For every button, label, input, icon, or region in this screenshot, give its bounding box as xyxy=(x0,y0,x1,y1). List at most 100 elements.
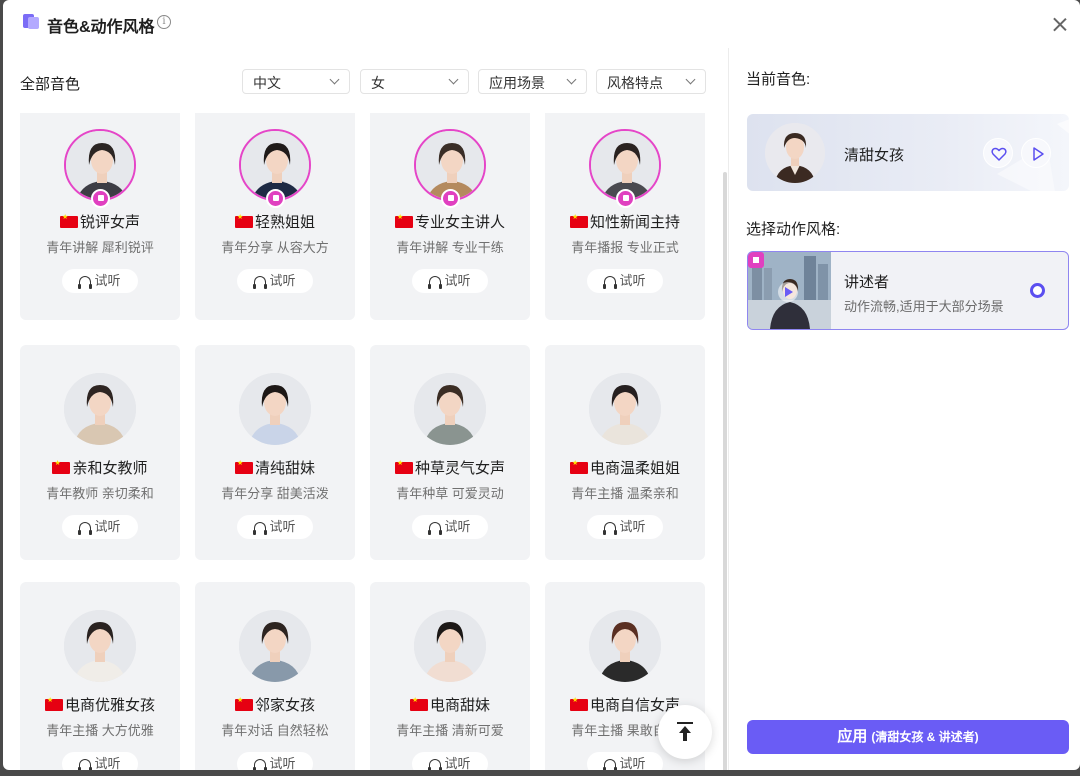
gender-filter-value: 女 xyxy=(371,75,385,91)
voice-name-text: 轻熟姐姐 xyxy=(254,214,315,231)
voice-name-text: 电商温柔姐姐 xyxy=(589,460,680,477)
voice-card[interactable]: 电商温柔姐姐青年主播 温柔亲和试听 xyxy=(545,345,705,560)
listen-button[interactable]: 试听 xyxy=(587,752,663,770)
style-radio-selected[interactable] xyxy=(1030,283,1045,298)
chevron-down-icon xyxy=(685,74,696,85)
voice-name: 种草灵气女声 xyxy=(370,457,530,478)
apply-button[interactable]: 应用 (清甜女孩 & 讲述者) xyxy=(747,720,1069,754)
headphones-icon xyxy=(78,759,93,770)
voice-card[interactable]: 邻家女孩青年对话 自然轻松试听 xyxy=(195,582,355,770)
listen-button[interactable]: 试听 xyxy=(412,752,488,770)
favorite-button[interactable] xyxy=(983,138,1013,168)
chevron-down-icon xyxy=(448,74,459,85)
avatar xyxy=(414,373,486,445)
scrollbar[interactable] xyxy=(723,172,727,770)
voice-card[interactable]: 电商优雅女孩青年主播 大方优雅试听 xyxy=(20,582,180,770)
all-voices-label: 全部音色 xyxy=(20,76,81,93)
voice-name-text: 种草灵气女声 xyxy=(414,460,505,477)
voice-name: 锐评女声 xyxy=(20,211,180,232)
listen-button[interactable]: 试听 xyxy=(237,269,313,293)
listen-label: 试听 xyxy=(619,273,646,288)
china-flag-icon xyxy=(234,459,253,474)
voice-tags: 青年主播 清新可爱 xyxy=(396,723,504,738)
china-flag-icon xyxy=(234,213,253,228)
avatar xyxy=(589,373,661,445)
thumbs-up-badge-icon xyxy=(266,189,285,208)
voice-tags: 青年分享 从容大方 xyxy=(221,240,329,255)
voice-name: 清纯甜妹 xyxy=(195,457,355,478)
voice-list-panel: 全部音色 中文 女 应用场景 风格特点 锐评女声青年讲解 犀利锐评试听轻熟姐姐青… xyxy=(3,48,728,770)
headphones-icon xyxy=(428,522,443,535)
china-flag-icon xyxy=(234,696,253,711)
headphones-icon xyxy=(253,276,268,289)
voice-name-text: 清纯甜妹 xyxy=(254,460,315,477)
voice-name: 轻熟姐姐 xyxy=(195,211,355,232)
listen-label: 试听 xyxy=(619,756,646,770)
listen-label: 试听 xyxy=(94,273,121,288)
info-icon[interactable]: i xyxy=(157,15,171,29)
current-voice-label: 当前音色: xyxy=(746,71,811,88)
china-flag-icon xyxy=(569,213,588,228)
listen-button[interactable]: 试听 xyxy=(62,752,138,770)
china-flag-icon xyxy=(44,696,63,711)
style-name: 讲述者 xyxy=(844,274,890,291)
headphones-icon xyxy=(603,276,618,289)
listen-button[interactable]: 试听 xyxy=(62,515,138,539)
listen-label: 试听 xyxy=(94,756,121,770)
dialog-title: 音色&动作风格 xyxy=(47,19,155,36)
avatar xyxy=(414,610,486,682)
headphones-icon xyxy=(253,522,268,535)
voice-tags: 青年主播 大方优雅 xyxy=(46,723,154,738)
listen-button[interactable]: 试听 xyxy=(237,515,313,539)
style-filter[interactable]: 风格特点 xyxy=(596,69,706,94)
scene-filter[interactable]: 应用场景 xyxy=(478,69,587,94)
avatar xyxy=(765,123,825,183)
style-description: 动作流畅,适用于大部分场景 xyxy=(844,299,1004,314)
style-thumbnail xyxy=(748,252,831,329)
current-voice-card: 清甜女孩 xyxy=(747,114,1069,191)
style-filter-value: 风格特点 xyxy=(607,75,663,91)
voice-name-text: 知性新闻主持 xyxy=(589,214,680,231)
listen-button[interactable]: 试听 xyxy=(587,515,663,539)
avatar xyxy=(589,610,661,682)
china-flag-icon xyxy=(394,459,413,474)
voice-name: 专业女主讲人 xyxy=(370,211,530,232)
voice-name-text: 邻家女孩 xyxy=(254,697,315,714)
voice-card[interactable]: 轻熟姐姐青年分享 从容大方试听 xyxy=(195,113,355,320)
listen-button[interactable]: 试听 xyxy=(412,269,488,293)
voice-tags: 青年分享 甜美活泼 xyxy=(221,486,329,501)
avatar xyxy=(239,610,311,682)
listen-button[interactable]: 试听 xyxy=(587,269,663,293)
china-flag-icon xyxy=(569,459,588,474)
voice-name: 邻家女孩 xyxy=(195,694,355,715)
listen-label: 试听 xyxy=(444,519,471,534)
voice-card[interactable]: 亲和女教师青年教师 亲切柔和试听 xyxy=(20,345,180,560)
heart-icon xyxy=(991,147,1007,161)
gender-filter[interactable]: 女 xyxy=(360,69,469,94)
back-to-top-button[interactable] xyxy=(658,705,712,759)
voice-card[interactable]: 知性新闻主持青年播报 专业正式试听 xyxy=(545,113,705,320)
voice-card[interactable]: 锐评女声青年讲解 犀利锐评试听 xyxy=(20,113,180,320)
language-filter[interactable]: 中文 xyxy=(242,69,350,94)
headphones-icon xyxy=(428,759,443,770)
voice-tags: 青年教师 亲切柔和 xyxy=(46,486,154,501)
voice-name-text: 电商优雅女孩 xyxy=(64,697,155,714)
voice-card[interactable]: 种草灵气女声青年种草 可爱灵动试听 xyxy=(370,345,530,560)
voice-tags: 青年种草 可爱灵动 xyxy=(396,486,504,501)
play-button[interactable] xyxy=(1021,138,1051,168)
listen-button[interactable]: 试听 xyxy=(62,269,138,293)
listen-label: 试听 xyxy=(444,756,471,770)
voice-tags: 青年播报 专业正式 xyxy=(571,240,679,255)
apply-button-detail: (清甜女孩 & 讲述者) xyxy=(871,730,979,744)
voice-card[interactable]: 清纯甜妹青年分享 甜美活泼试听 xyxy=(195,345,355,560)
listen-button[interactable]: 试听 xyxy=(237,752,313,770)
voice-card[interactable]: 专业女主讲人青年讲解 专业干练试听 xyxy=(370,113,530,320)
voice-card[interactable]: 电商甜妹青年主播 清新可爱试听 xyxy=(370,582,530,770)
close-icon[interactable] xyxy=(1050,14,1070,34)
chevron-down-icon xyxy=(566,74,577,85)
china-flag-icon xyxy=(394,213,413,228)
listen-button[interactable]: 试听 xyxy=(412,515,488,539)
style-option-narrator[interactable]: 讲述者 动作流畅,适用于大部分场景 xyxy=(747,251,1069,330)
voice-name: 知性新闻主持 xyxy=(545,211,705,232)
voice-tags: 青年主播 温柔亲和 xyxy=(571,486,679,501)
